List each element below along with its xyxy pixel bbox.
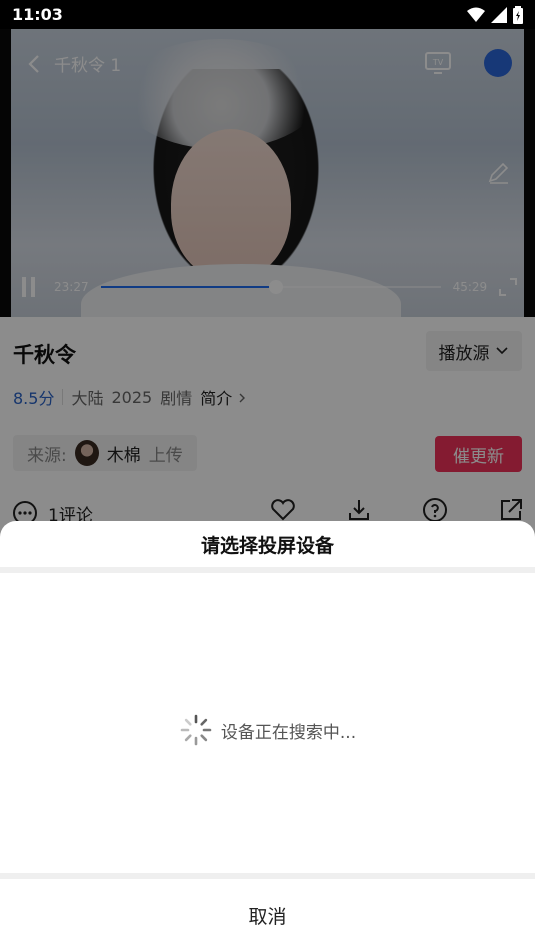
battery-icon (513, 5, 523, 24)
cancel-button[interactable]: 取消 (0, 879, 535, 951)
sheet-divider (0, 567, 535, 573)
status-bar: 11:03 (0, 0, 535, 29)
status-time: 11:03 (12, 5, 63, 24)
cast-device-sheet: 请选择投屏设备 设备正在搜索中... 取消 (0, 521, 535, 951)
loading-spinner-icon (180, 714, 212, 746)
searching-status: 设备正在搜索中... (0, 713, 535, 747)
searching-text: 设备正在搜索中... (220, 722, 357, 743)
sheet-title: 请选择投屏设备 (200, 535, 334, 557)
wifi-icon (467, 7, 485, 22)
signal-icon (491, 6, 507, 23)
